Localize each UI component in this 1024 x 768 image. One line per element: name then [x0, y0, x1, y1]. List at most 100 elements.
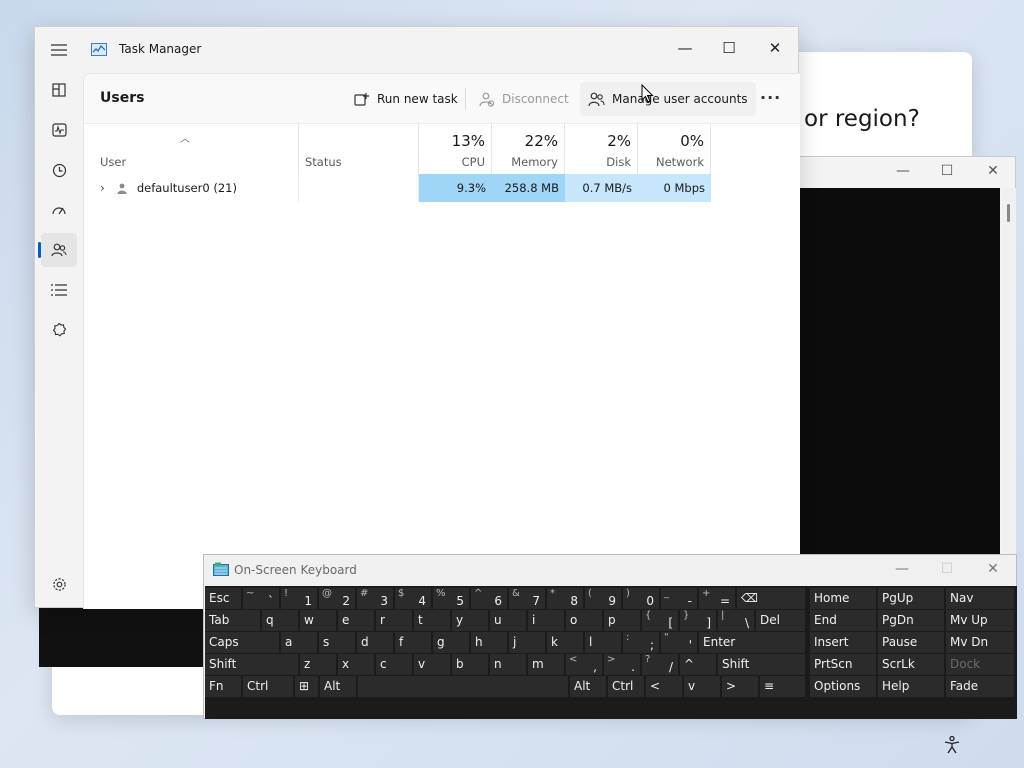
- osk-key-symbol[interactable]: " ': [661, 632, 697, 653]
- osk-key-symbol[interactable]: }]: [680, 610, 716, 631]
- osk-key-symbol[interactable]: + =: [699, 588, 735, 609]
- osk-key-end[interactable]: End: [810, 610, 876, 631]
- osk-key-shift[interactable]: Shift: [718, 654, 805, 675]
- osk-key-enter[interactable]: Enter: [699, 632, 805, 653]
- console-minimize-icon[interactable]: —: [893, 163, 913, 179]
- osk-key-x[interactable]: x: [338, 654, 374, 675]
- osk-key-dock[interactable]: Dock: [946, 654, 1014, 675]
- osk-key-q[interactable]: q: [262, 610, 298, 631]
- osk-key-1[interactable]: ! 1: [281, 588, 317, 609]
- osk-close-icon[interactable]: ✕: [983, 561, 1003, 577]
- run-new-task-button[interactable]: Run new task: [346, 82, 466, 116]
- osk-key-o[interactable]: o: [566, 610, 602, 631]
- osk-key-alt[interactable]: Alt: [570, 676, 606, 697]
- osk-key-4[interactable]: $4: [395, 588, 431, 609]
- minimize-button[interactable]: —: [663, 33, 707, 63]
- osk-key-3[interactable]: #3: [357, 588, 393, 609]
- osk-key-symbol[interactable]: | \: [718, 610, 754, 631]
- osk-key-mv-up[interactable]: Mv Up: [946, 610, 1014, 631]
- osk-key-f[interactable]: f: [395, 632, 431, 653]
- osk-key-9[interactable]: (9: [585, 588, 621, 609]
- column-header-memory[interactable]: 22% Memory: [492, 124, 565, 174]
- disconnect-button[interactable]: Disconnect: [471, 82, 577, 116]
- osk-key-h[interactable]: h: [471, 632, 507, 653]
- nav-details[interactable]: [41, 273, 77, 307]
- osk-key-y[interactable]: y: [452, 610, 488, 631]
- osk-key-l[interactable]: l: [585, 632, 621, 653]
- accessibility-icon[interactable]: [942, 735, 962, 755]
- console-scrollbar[interactable]: [1002, 188, 1016, 557]
- osk-key-symbol[interactable]: ⌫: [737, 588, 805, 609]
- osk-key-8[interactable]: * 8: [547, 588, 583, 609]
- console-maximize-icon[interactable]: ☐: [937, 163, 957, 179]
- column-header-network[interactable]: 0% Network: [638, 124, 711, 174]
- osk-key-scrlk[interactable]: ScrLk: [878, 654, 944, 675]
- osk-key-t[interactable]: t: [414, 610, 450, 631]
- osk-key-6[interactable]: ^ 6: [471, 588, 507, 609]
- nav-settings[interactable]: [41, 567, 77, 601]
- osk-key-caps[interactable]: Caps: [205, 632, 279, 653]
- osk-key-symbol[interactable]: >.: [604, 654, 640, 675]
- nav-processes[interactable]: [41, 73, 77, 107]
- osk-key-home[interactable]: Home: [810, 588, 876, 609]
- osk-key-a[interactable]: a: [281, 632, 317, 653]
- osk-key-symbol[interactable]: ≡: [760, 676, 805, 697]
- osk-key-symbol[interactable]: ^: [680, 654, 716, 675]
- osk-key-alt[interactable]: Alt: [320, 676, 356, 697]
- osk-key-tab[interactable]: Tab: [205, 610, 260, 631]
- osk-key-prtscn[interactable]: PrtScn: [810, 654, 876, 675]
- nav-menu-button[interactable]: [41, 33, 77, 67]
- osk-key-d[interactable]: d: [357, 632, 393, 653]
- osk-key-w[interactable]: w: [300, 610, 336, 631]
- expand-chevron-icon[interactable]: ›: [100, 181, 105, 195]
- osk-key-pause[interactable]: Pause: [878, 632, 944, 653]
- osk-key-pgdn[interactable]: PgDn: [878, 610, 944, 631]
- osk-key-s[interactable]: s: [319, 632, 355, 653]
- osk-key-z[interactable]: z: [300, 654, 336, 675]
- osk-key-2[interactable]: @2: [319, 588, 355, 609]
- osk-key-space[interactable]: [358, 676, 568, 697]
- nav-app-history[interactable]: [41, 153, 77, 187]
- osk-key-esc[interactable]: Esc: [205, 588, 241, 609]
- osk-key-del[interactable]: Del: [756, 610, 805, 631]
- column-header-user[interactable]: User: [84, 124, 299, 174]
- table-row[interactable]: › defaultuser0 (21) 9.3% 258.8 MB 0.7 MB…: [84, 174, 800, 202]
- osk-key-symbol[interactable]: _ -: [661, 588, 697, 609]
- osk-key-symbol[interactable]: <,: [566, 654, 602, 675]
- column-header-disk[interactable]: 2% Disk: [565, 124, 638, 174]
- osk-key-0[interactable]: ) 0: [623, 588, 659, 609]
- more-options-icon[interactable]: ···: [760, 88, 781, 107]
- osk-key-ctrl[interactable]: Ctrl: [243, 676, 293, 697]
- osk-key-symbol[interactable]: {[: [642, 610, 678, 631]
- osk-minimize-icon[interactable]: —: [892, 561, 912, 577]
- osk-key-symbol[interactable]: ⊞: [295, 676, 318, 697]
- osk-key-ctrl[interactable]: Ctrl: [608, 676, 644, 697]
- osk-key-symbol[interactable]: :;: [623, 632, 659, 653]
- osk-key-c[interactable]: c: [376, 654, 412, 675]
- osk-key-mv-dn[interactable]: Mv Dn: [946, 632, 1014, 653]
- osk-key-shift[interactable]: Shift: [205, 654, 298, 675]
- osk-key-help[interactable]: Help: [878, 676, 944, 697]
- osk-key-pgup[interactable]: PgUp: [878, 588, 944, 609]
- osk-key-fade[interactable]: Fade: [946, 676, 1014, 697]
- osk-key-v[interactable]: v: [414, 654, 450, 675]
- console-close-icon[interactable]: ✕: [983, 163, 1003, 179]
- osk-key-v[interactable]: v: [684, 676, 720, 697]
- osk-key-b[interactable]: b: [452, 654, 488, 675]
- column-header-cpu[interactable]: 13% CPU: [419, 124, 492, 174]
- osk-key-options[interactable]: Options: [810, 676, 876, 697]
- osk-key-fn[interactable]: Fn: [205, 676, 241, 697]
- osk-key-p[interactable]: p: [604, 610, 640, 631]
- close-button[interactable]: ✕: [753, 33, 797, 63]
- osk-key-symbol[interactable]: <: [646, 676, 682, 697]
- osk-key-m[interactable]: m: [528, 654, 564, 675]
- osk-key-r[interactable]: r: [376, 610, 412, 631]
- osk-key-symbol[interactable]: >: [722, 676, 758, 697]
- osk-key-symbol[interactable]: ~ `: [243, 588, 279, 609]
- osk-key-symbol[interactable]: ? /: [642, 654, 678, 675]
- osk-key-g[interactable]: g: [433, 632, 469, 653]
- console-scroll-thumb[interactable]: [1007, 204, 1010, 222]
- maximize-button[interactable]: ☐: [707, 33, 751, 63]
- osk-key-n[interactable]: n: [490, 654, 526, 675]
- console-output[interactable]: [799, 188, 1000, 557]
